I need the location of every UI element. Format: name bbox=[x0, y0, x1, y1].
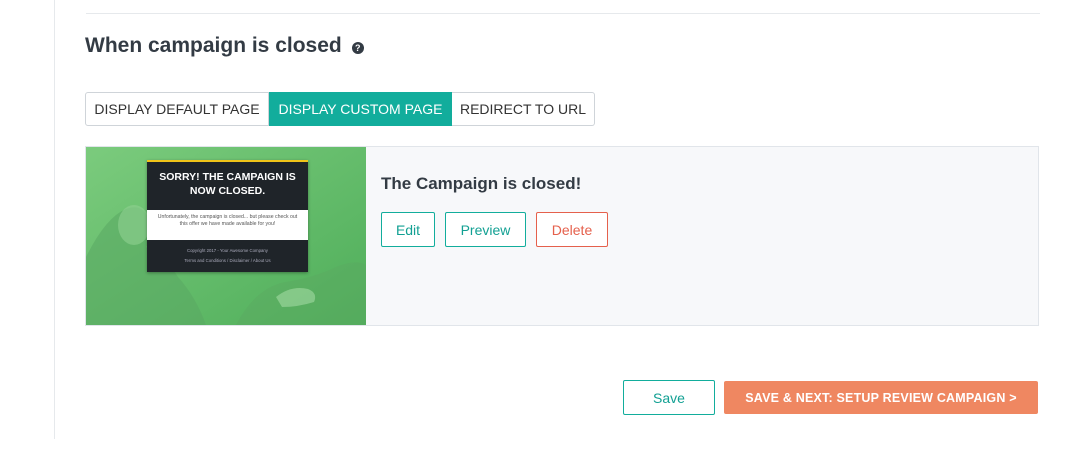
display-custom-page-tab[interactable]: DISPLAY CUSTOM PAGE bbox=[269, 92, 452, 126]
mockup-copyright: Copyright 2017 - Your Awesome Company bbox=[187, 248, 268, 253]
closed-mode-selector: DISPLAY DEFAULT PAGE DISPLAY CUSTOM PAGE… bbox=[85, 92, 595, 126]
mockup-footer: Copyright 2017 - Your Awesome Company Te… bbox=[147, 240, 308, 272]
page-preview-thumbnail: SORRY! THE CAMPAIGN IS NOW CLOSED. Unfor… bbox=[86, 147, 366, 325]
preview-button[interactable]: Preview bbox=[445, 212, 526, 247]
redirect-to-url-tab[interactable]: REDIRECT TO URL bbox=[452, 92, 595, 126]
mockup-body-text: Unfortunately, the campaign is closed...… bbox=[157, 214, 298, 227]
save-and-next-button[interactable]: SAVE & NEXT: SETUP REVIEW CAMPAIGN > bbox=[724, 381, 1038, 414]
delete-button[interactable]: Delete bbox=[536, 212, 608, 247]
custom-page-card: SORRY! THE CAMPAIGN IS NOW CLOSED. Unfor… bbox=[85, 146, 1039, 326]
closed-page-mockup: SORRY! THE CAMPAIGN IS NOW CLOSED. Unfor… bbox=[147, 160, 308, 272]
custom-page-actions: Edit Preview Delete bbox=[381, 212, 608, 247]
top-divider bbox=[86, 13, 1040, 14]
edit-button[interactable]: Edit bbox=[381, 212, 435, 247]
display-default-page-tab[interactable]: DISPLAY DEFAULT PAGE bbox=[85, 92, 269, 126]
section-title: When campaign is closed ? bbox=[85, 34, 364, 58]
left-divider bbox=[54, 0, 55, 439]
help-icon[interactable]: ? bbox=[351, 42, 364, 54]
section-title-text: When campaign is closed bbox=[85, 34, 342, 57]
mockup-headline: SORRY! THE CAMPAIGN IS NOW CLOSED. bbox=[147, 160, 308, 210]
save-button[interactable]: Save bbox=[623, 380, 715, 415]
mockup-links: Terms and Conditions / Disclaimer / Abou… bbox=[184, 258, 271, 263]
custom-page-title: The Campaign is closed! bbox=[381, 174, 582, 193]
